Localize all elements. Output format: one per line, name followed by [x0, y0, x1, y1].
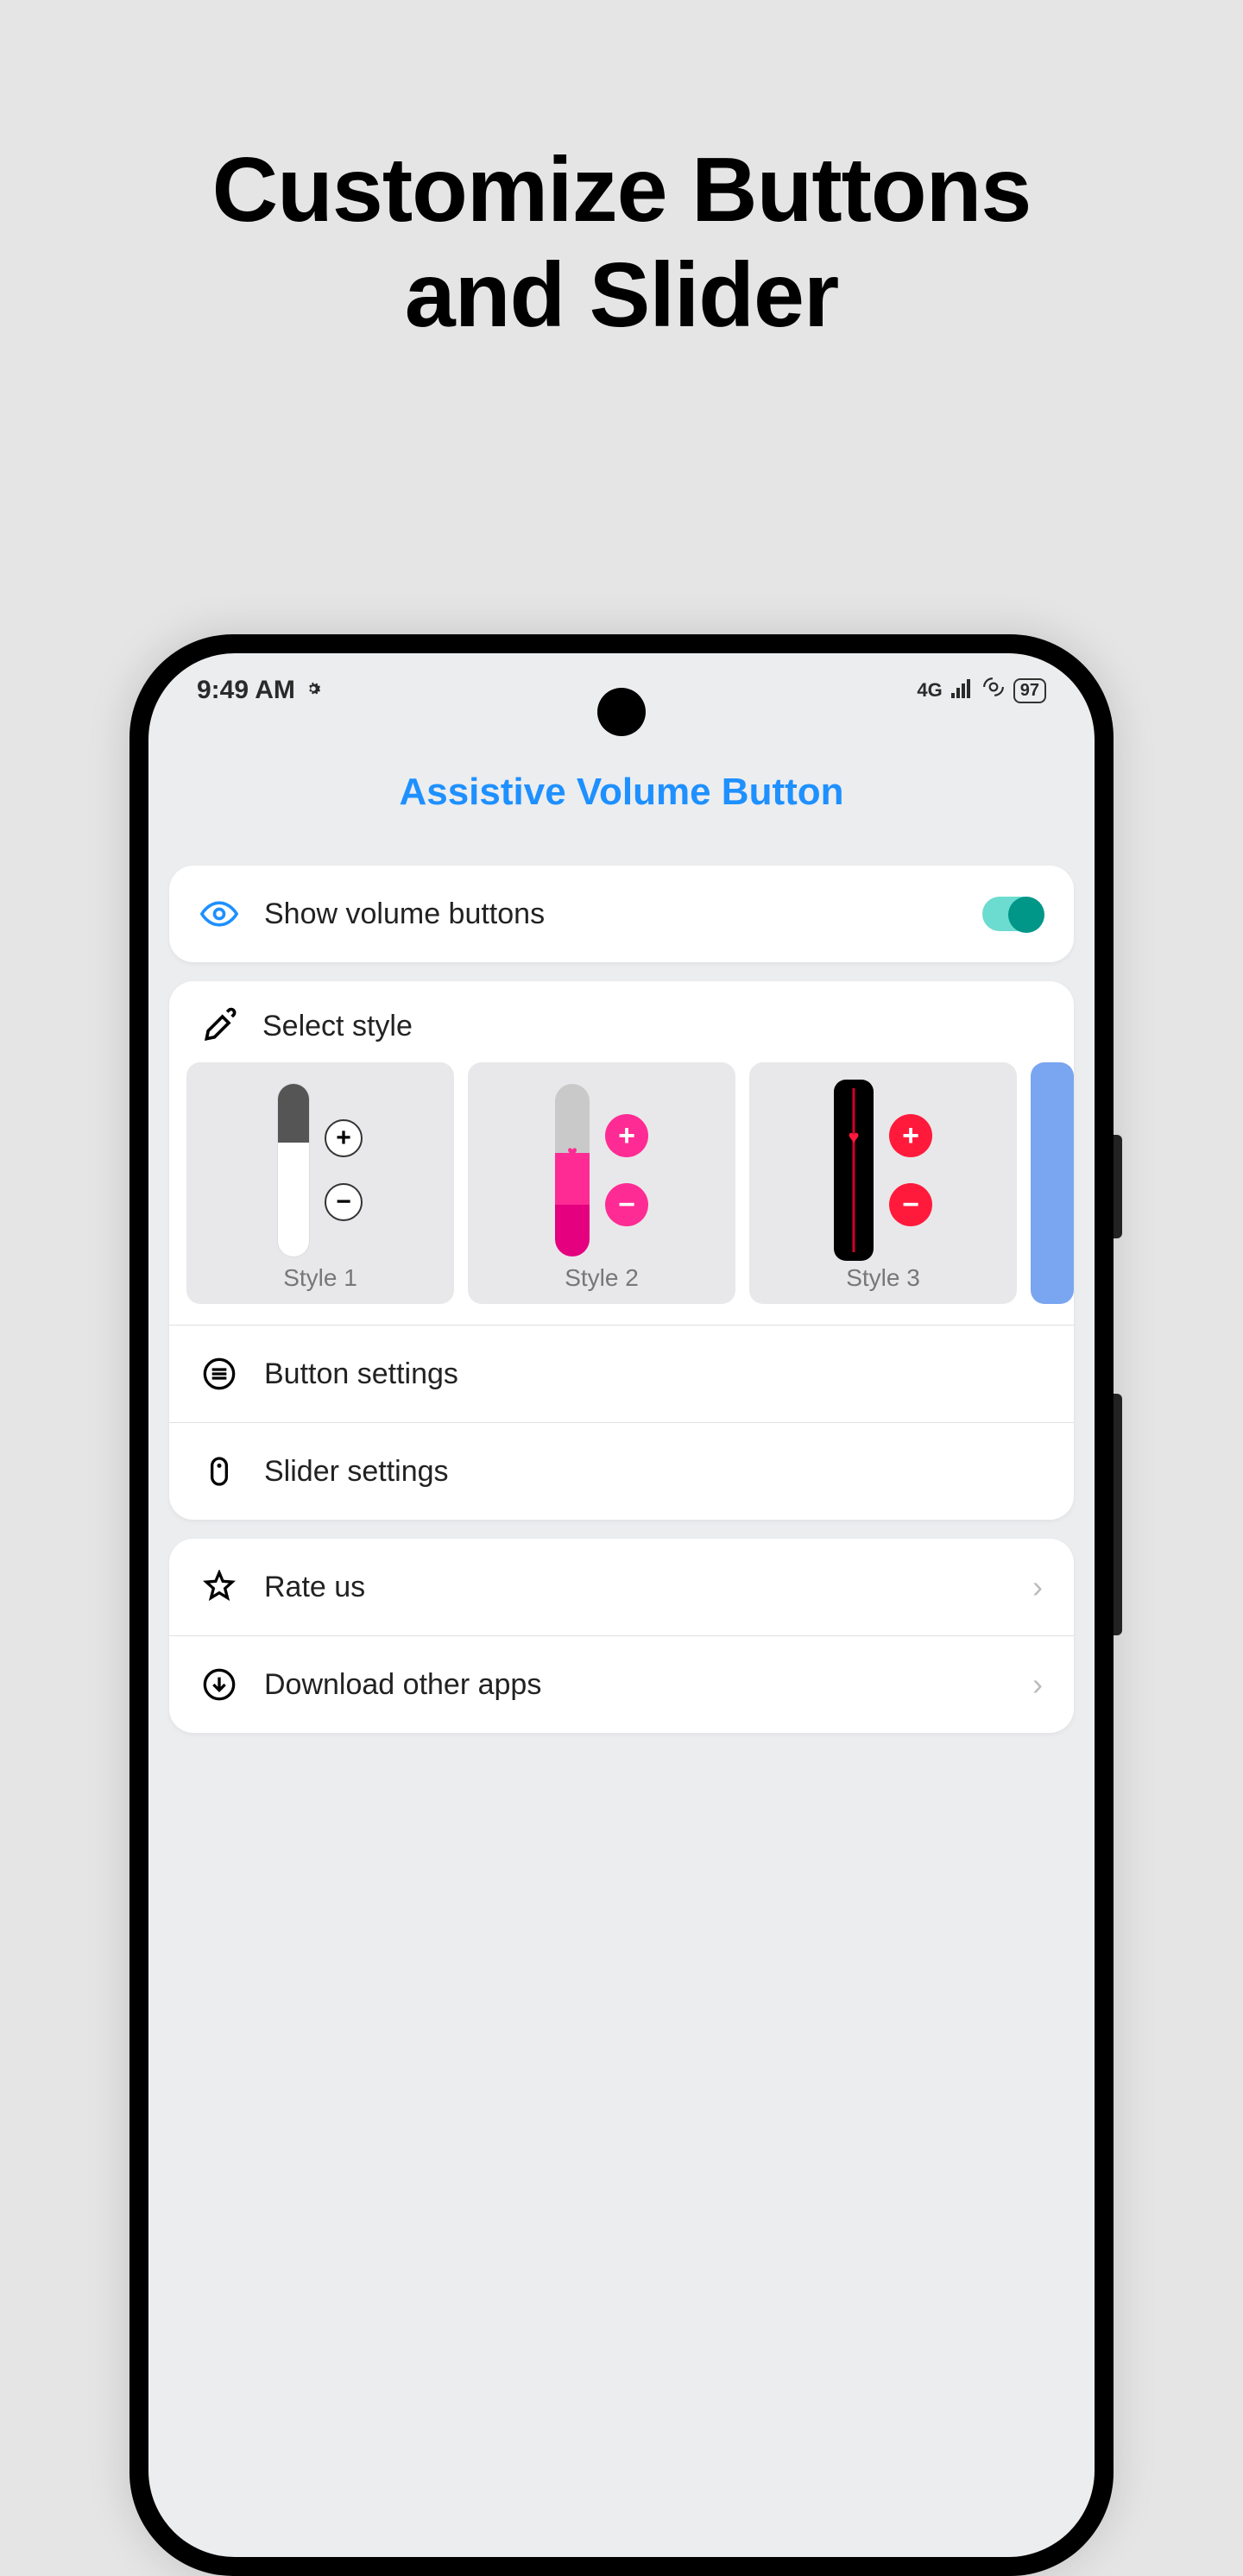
- slider-settings-row[interactable]: Slider settings: [169, 1423, 1074, 1520]
- plus-icon: +: [325, 1119, 363, 1157]
- phone-frame: 9:49 AM 4G 97 Assistive Volume But: [129, 634, 1114, 2576]
- list-icon: [200, 1355, 238, 1393]
- status-time: 9:49 AM: [197, 676, 295, 705]
- network-icon: 4G: [917, 679, 942, 702]
- style-1-slider: [278, 1084, 309, 1257]
- button-settings-label: Button settings: [264, 1357, 1043, 1391]
- eye-icon: [200, 895, 238, 933]
- show-volume-label: Show volume buttons: [264, 898, 956, 931]
- style-tile-2[interactable]: + − Style 2: [468, 1062, 735, 1304]
- sync-icon: [982, 676, 1005, 705]
- chevron-right-icon: ›: [1032, 1666, 1043, 1703]
- style-3-preview: + −: [749, 1080, 1017, 1261]
- minus-icon: −: [605, 1183, 648, 1226]
- battery-icon: 97: [1013, 678, 1046, 703]
- select-style-card: Select style + − Style 1: [169, 981, 1074, 1520]
- camera-notch: [597, 688, 646, 736]
- style-3-label: Style 3: [846, 1264, 920, 1292]
- slider-settings-label: Slider settings: [264, 1455, 1043, 1489]
- download-icon: [200, 1666, 238, 1704]
- style-tile-1[interactable]: + − Style 1: [186, 1062, 454, 1304]
- phone-screen: 9:49 AM 4G 97 Assistive Volume But: [148, 653, 1095, 2557]
- extras-card: Rate us › Download other apps ›: [169, 1539, 1074, 1733]
- minus-icon: −: [889, 1183, 932, 1226]
- plus-icon: +: [605, 1114, 648, 1157]
- rate-us-row[interactable]: Rate us ›: [169, 1539, 1074, 1635]
- download-apps-row[interactable]: Download other apps ›: [169, 1636, 1074, 1733]
- download-apps-label: Download other apps: [264, 1668, 1006, 1702]
- select-style-header: Select style: [169, 981, 1074, 1062]
- show-volume-row[interactable]: Show volume buttons: [169, 866, 1074, 962]
- style-2-preview: + −: [468, 1080, 735, 1261]
- star-icon: [200, 1568, 238, 1606]
- minus-icon: −: [325, 1183, 363, 1221]
- show-volume-card: Show volume buttons: [169, 866, 1074, 962]
- show-volume-toggle[interactable]: [982, 897, 1043, 931]
- style-3-slider: [834, 1080, 874, 1261]
- style-1-preview: + −: [186, 1080, 454, 1261]
- brush-icon: [200, 1007, 238, 1045]
- style-2-slider: [555, 1084, 590, 1257]
- mouse-icon: [200, 1452, 238, 1490]
- chevron-right-icon: ›: [1032, 1569, 1043, 1605]
- style-2-label: Style 2: [565, 1264, 639, 1292]
- button-settings-row[interactable]: Button settings: [169, 1326, 1074, 1422]
- style-tile-3[interactable]: + − Style 3: [749, 1062, 1017, 1304]
- promo-line-2: and Slider: [0, 243, 1243, 349]
- promo-title: Customize Buttons and Slider: [0, 0, 1243, 349]
- style-tile-4-partial[interactable]: [1031, 1062, 1074, 1304]
- styles-row[interactable]: + − Style 1 + −: [169, 1062, 1074, 1325]
- phone-power-button: [1114, 1135, 1122, 1238]
- rate-us-label: Rate us: [264, 1571, 1006, 1604]
- plus-icon: +: [889, 1114, 932, 1157]
- select-style-label: Select style: [262, 1010, 413, 1043]
- phone-mockup: 9:49 AM 4G 97 Assistive Volume But: [129, 634, 1114, 2576]
- signal-icon: [951, 676, 974, 705]
- gear-icon: [304, 676, 323, 705]
- phone-volume-button: [1114, 1394, 1122, 1635]
- style-1-label: Style 1: [283, 1264, 357, 1292]
- promo-line-1: Customize Buttons: [0, 138, 1243, 243]
